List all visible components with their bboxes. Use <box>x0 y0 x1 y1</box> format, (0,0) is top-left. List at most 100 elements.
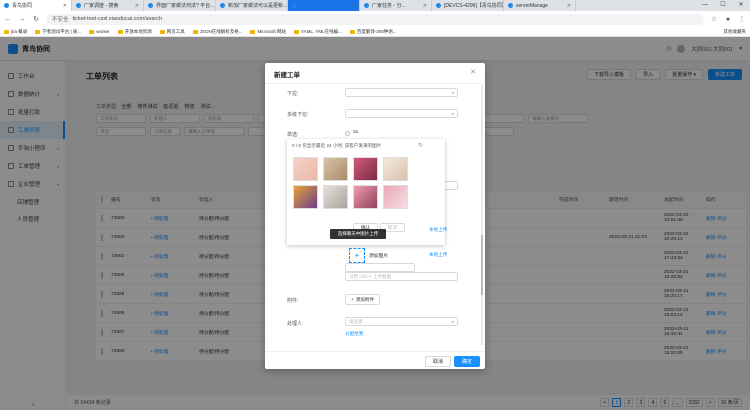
modal-divider <box>265 83 485 84</box>
insecure-badge: 不安全 <box>52 17 69 23</box>
single-choice-label: 单选: <box>287 132 299 138</box>
tab-close-icon[interactable]: ✕ <box>423 3 427 9</box>
tab-label: 界面厂家做法何法? 平台... <box>156 3 215 9</box>
refresh-icon[interactable]: ↻ <box>418 142 423 149</box>
bookmark-item[interactable]: JSON在线解析及格... <box>192 28 243 35</box>
bookmark-item[interactable]: Microsoft 网站 <box>250 29 286 35</box>
multi-level-select[interactable]: ▾ <box>345 109 458 118</box>
dropdown-select[interactable]: ▾ <box>345 88 458 97</box>
local-upload-link-2[interactable]: 本地上传 <box>429 252 447 258</box>
tab-label: 厂家任务 - 分... <box>372 3 406 9</box>
favicon-icon <box>148 3 153 8</box>
ok-button[interactable]: 确定 <box>454 356 481 367</box>
plus-icon: + <box>351 297 354 302</box>
bookmark-label: JSON在线解析及格... <box>199 28 243 34</box>
hidden-field-2[interactable] <box>345 263 415 272</box>
browser-tab[interactable]: serverManage ✕ <box>504 0 576 11</box>
favicon-icon <box>220 3 225 8</box>
bookmark-item[interactable]: 网页工具 <box>159 29 185 35</box>
scrollbar-thumb[interactable] <box>481 235 483 295</box>
tab-label: 青鸟协同 <box>12 3 33 9</box>
minimize-icon[interactable]: — <box>696 0 714 11</box>
bookmark-item[interactable]: 学者测试平台 | 质... <box>35 29 81 35</box>
folder-icon <box>293 29 299 34</box>
add-image-button[interactable]: + <box>349 248 365 263</box>
chat-image-thumb[interactable] <box>323 157 348 181</box>
tab-label: [DEVCS-4296]【青鸟协同】... <box>444 3 503 9</box>
bookmark-label: YAML, YML在线编... <box>300 28 342 34</box>
window-controls: — ☐ ✕ <box>696 0 750 11</box>
chat-image-thumb[interactable] <box>323 185 348 209</box>
address-bar: ← → ↻ 不安全 ticket-test-cxxl.xiaoducai.com… <box>0 11 750 27</box>
add-attachment-button[interactable]: + 添加附件 <box>345 294 381 305</box>
forward-icon[interactable]: → <box>18 16 26 23</box>
star-icon[interactable]: ☆ <box>710 15 718 23</box>
bookmark-label: worker <box>96 29 110 34</box>
reload-icon[interactable]: ↻ <box>32 15 40 23</box>
chevron-down-icon: ▾ <box>451 90 454 95</box>
assign-to-me-link[interactable]: 分配给我 <box>345 331 363 337</box>
radio-label: 31 <box>353 130 359 135</box>
browser-tab[interactable]: 界面厂家做法何法? 平台...✕ <box>144 0 216 11</box>
folder-icon <box>159 29 165 34</box>
folder-icon <box>117 29 123 34</box>
local-upload-link[interactable]: 本地上传 <box>429 227 447 233</box>
tab-close-icon[interactable]: ✕ <box>63 3 67 9</box>
bookmark-label: jira 概录 <box>11 28 28 34</box>
chat-image-thumb[interactable] <box>353 157 378 181</box>
url-text: ticket-test-cxxl.xiaoducai.com/search <box>72 16 163 22</box>
paste-screenshot-field[interactable]: 可用 Ctrl+V 上传截图 <box>345 272 458 281</box>
tab-close-icon[interactable]: ✕ <box>351 3 355 9</box>
maximize-icon[interactable]: ☐ <box>714 0 732 11</box>
folder-icon <box>4 29 9 34</box>
tab-label: 新加厂家做法可以是更新... <box>228 3 288 9</box>
browser-tab[interactable]: 新加厂家做法可以是更新...✕ <box>216 0 288 11</box>
close-icon[interactable]: ✕ <box>470 68 476 76</box>
close-window-icon[interactable]: ✕ <box>732 0 750 11</box>
bookmark-item[interactable]: worker <box>89 29 110 34</box>
image-hint: 0 / 5 仅显示最近 24 小时, 该客户发来的图片 <box>292 143 382 148</box>
browser-tab[interactable]: 厂家调度 - 搜索 ✕ <box>72 0 144 11</box>
attachment-label: 附件: <box>287 298 299 304</box>
folder-icon <box>192 29 198 34</box>
folder-icon <box>89 29 95 34</box>
chevron-down-icon: ▾ <box>451 319 454 324</box>
modal-scrollbar[interactable] <box>481 85 483 345</box>
tooltip: 选择聊天中图片上传 <box>330 229 386 239</box>
bookmark-item[interactable]: YAML, YML在线编... <box>293 28 342 35</box>
bookmark-label: 开放本地资源 <box>124 28 152 34</box>
handler-select[interactable]: 请选择 ▾ <box>345 317 458 326</box>
bookmarks-bar: jira 概录 学者测试平台 | 质... worker 开放本地资源 网页工具 JSON… <box>0 27 750 37</box>
profile-icon[interactable]: ● <box>724 16 732 23</box>
bookmark-label: 学者测试平台 | 质... <box>42 28 82 34</box>
menu-icon[interactable]: ⋮ <box>738 15 746 23</box>
back-icon[interactable]: ← <box>4 16 12 23</box>
cancel-button[interactable]: 取消 <box>425 356 452 367</box>
chat-image-thumb[interactable] <box>293 185 318 209</box>
url-input[interactable]: 不安全 ticket-test-cxxl.xiaoducai.com/searc… <box>46 13 704 25</box>
bookmark-item[interactable]: jira 概录 <box>4 29 27 35</box>
favicon-icon <box>436 3 441 8</box>
tab-close-icon[interactable]: ✕ <box>135 3 139 9</box>
browser-tab[interactable]: 厂家任务 - 分... ✕ <box>360 0 432 11</box>
browser-tab[interactable]: 青鸟协同 ✕ <box>0 0 72 11</box>
folder-icon <box>35 29 41 34</box>
modal-title: 新建工单 <box>274 72 300 79</box>
other-bookmarks[interactable]: 其他收藏夹 <box>724 29 747 35</box>
bookmark-item[interactable]: 开放本地资源 <box>117 28 152 35</box>
tab-close-icon[interactable]: ✕ <box>567 3 571 9</box>
bookmark-item[interactable]: 百度翻译-200种语... <box>349 29 397 35</box>
browser-tab[interactable]: [DEVCS-4296]【青鸟协同】...✕ <box>432 0 504 11</box>
favicon-icon <box>4 3 9 8</box>
add-attachment-label: 添加附件 <box>355 296 375 302</box>
chat-image-thumb[interactable] <box>353 185 378 209</box>
browser-tab[interactable]: ✕ <box>288 0 360 11</box>
chat-image-thumb[interactable] <box>293 157 318 181</box>
tab-label: 厂家调度 - 搜索 <box>84 3 119 9</box>
favicon-icon <box>508 3 513 8</box>
radio-option[interactable] <box>345 131 350 136</box>
chat-image-thumb[interactable] <box>383 185 408 209</box>
chat-image-thumb[interactable] <box>383 157 408 181</box>
chevron-down-icon: ▾ <box>451 111 454 116</box>
tab-label: serverManage <box>516 2 548 9</box>
